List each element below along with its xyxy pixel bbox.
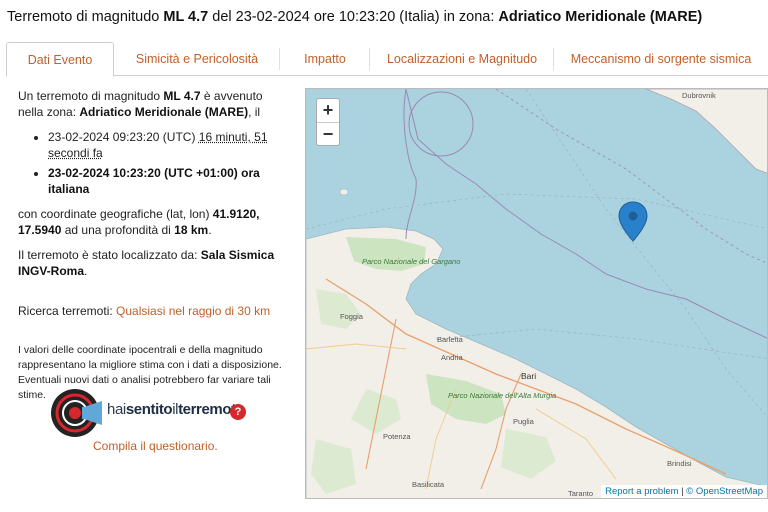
map-label-taranto: Taranto bbox=[568, 489, 594, 498]
map-label-alta-murgia: Parco Nazionale dell'Alta Murgia bbox=[448, 391, 557, 400]
tab-dati-evento[interactable]: Dati Evento bbox=[6, 42, 114, 77]
zoom-in-button[interactable]: + bbox=[317, 99, 339, 123]
event-info-panel: Un terremoto di magnitudo ML 4.7 è avven… bbox=[18, 88, 288, 403]
osm-attribution[interactable]: © OpenStreetMap bbox=[686, 486, 763, 497]
map-attribution: Report a problem | © OpenStreetMap bbox=[601, 485, 767, 498]
hai-sentito-logo[interactable]: haisentitoilterremoto ? bbox=[50, 387, 250, 439]
map-label-brindisi: Brindisi bbox=[667, 459, 692, 468]
tab-sismicita[interactable]: Simicità e Pericolosità bbox=[114, 42, 280, 76]
map-label-bari: Bari bbox=[521, 371, 537, 381]
hai-sentito-icon bbox=[51, 389, 102, 437]
local-time-item: 23-02-2024 10:23:20 (UTC +01:00) ora ita… bbox=[48, 165, 288, 197]
question-icon: ? bbox=[230, 404, 246, 420]
utc-time-item: 23-02-2024 09:23:20 (UTC) 16 minuti, 51 … bbox=[48, 129, 288, 161]
map-canvas bbox=[306, 89, 767, 498]
tab-meccanismo[interactable]: Meccanismo di sorgente sismica bbox=[554, 42, 768, 76]
tab-bar: Dati Evento Simicità e Pericolosità Impa… bbox=[6, 42, 768, 77]
questionnaire-link[interactable]: Compila il questionario. bbox=[93, 439, 218, 453]
map-label-potenza: Potenza bbox=[383, 432, 411, 441]
map-label-gargano: Parco Nazionale del Gargano bbox=[362, 257, 461, 266]
tab-impatto[interactable]: Impatto bbox=[280, 42, 370, 76]
search-radius-link[interactable]: Qualsiasi nel raggio di 30 km bbox=[116, 304, 270, 318]
tab-localizzazioni[interactable]: Localizzazioni e Magnitudo bbox=[370, 42, 554, 76]
event-intro: Un terremoto di magnitudo ML 4.7 è avven… bbox=[18, 89, 263, 119]
localized-by-text: Il terremoto è stato localizzato da: Sal… bbox=[18, 248, 275, 278]
page-title: Terremoto di magnitudo ML 4.7 del 23-02-… bbox=[7, 9, 703, 25]
map-label-puglia: Puglia bbox=[513, 417, 534, 426]
report-problem-link[interactable]: Report a problem bbox=[605, 486, 678, 497]
coordinates-text: con coordinate geografiche (lat, lon) 41… bbox=[18, 207, 260, 237]
search-row: Ricerca terremoti: Qualsiasi nel raggio … bbox=[18, 304, 271, 318]
map-label-basilicata: Basilicata bbox=[412, 480, 445, 489]
zoom-control: + − bbox=[316, 98, 340, 146]
map-label-andria: Andria bbox=[441, 353, 463, 362]
time-list: 23-02-2024 09:23:20 (UTC) 16 minuti, 51 … bbox=[18, 129, 288, 197]
hai-sentito-wordmark: haisentitoilterremoto bbox=[107, 401, 245, 418]
epicenter-marker[interactable] bbox=[618, 201, 648, 242]
map-label-dubrovnik: Dubrovnik bbox=[682, 91, 716, 100]
zoom-out-button[interactable]: − bbox=[317, 123, 339, 147]
map-label-barletta: Barletta bbox=[437, 335, 463, 344]
epicenter-map[interactable]: Dubrovnik Parco Nazionale del Gargano Fo… bbox=[305, 88, 768, 499]
map-label-foggia: Foggia bbox=[340, 312, 363, 321]
